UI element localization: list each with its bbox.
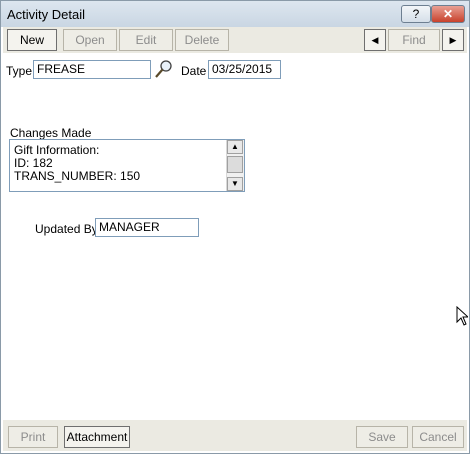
updated-by-field[interactable]: MANAGER — [95, 218, 199, 237]
previous-record-button[interactable]: ◀ — [364, 29, 386, 51]
new-button[interactable]: New — [7, 29, 57, 51]
edit-button[interactable]: Edit — [119, 29, 173, 51]
date-field[interactable]: 03/25/2015 — [208, 60, 281, 79]
find-button[interactable]: Find — [388, 29, 440, 51]
arrow-down-icon[interactable]: ▼ — [227, 177, 243, 191]
next-record-button[interactable]: ▶ — [442, 29, 464, 51]
changes-line: ID: 182 — [14, 156, 53, 170]
open-button[interactable]: Open — [63, 29, 117, 51]
scroll-thumb[interactable] — [227, 156, 243, 173]
activity-detail-window: Activity Detail ? ✕ New Open Edit Delete… — [0, 0, 470, 454]
bottom-button-bar: Print Attachment Save Cancel — [3, 420, 467, 451]
window-title: Activity Detail — [7, 7, 86, 22]
arrow-up-icon[interactable]: ▲ — [227, 140, 243, 154]
attachment-button[interactable]: Attachment — [64, 426, 130, 448]
changes-made-label: Changes Made — [10, 126, 92, 140]
type-label: Type — [6, 64, 33, 78]
close-button[interactable]: ✕ — [431, 5, 465, 23]
delete-button[interactable]: Delete — [175, 29, 229, 51]
toolbar: New Open Edit Delete ◀ Find ▶ — [3, 27, 467, 53]
updated-by-label: Updated By — [35, 222, 98, 236]
mouse-cursor-icon — [456, 306, 468, 326]
type-field[interactable]: FREASE — [33, 60, 151, 79]
title-bar[interactable]: Activity Detail ? ✕ — [1, 1, 469, 27]
help-button[interactable]: ? — [401, 5, 431, 23]
magnifier-icon[interactable] — [154, 59, 174, 79]
print-button[interactable]: Print — [8, 426, 58, 448]
changes-made-textarea[interactable]: Gift Information: ID: 182 TRANS_NUMBER: … — [9, 139, 245, 192]
date-label: Date — [181, 64, 207, 78]
cancel-button[interactable]: Cancel — [412, 426, 464, 448]
changes-line: TRANS_NUMBER: 150 — [14, 169, 141, 183]
save-button[interactable]: Save — [356, 426, 408, 448]
changes-line: Gift Information: — [14, 143, 100, 157]
vertical-scrollbar[interactable]: ▲ ▼ — [226, 140, 244, 191]
